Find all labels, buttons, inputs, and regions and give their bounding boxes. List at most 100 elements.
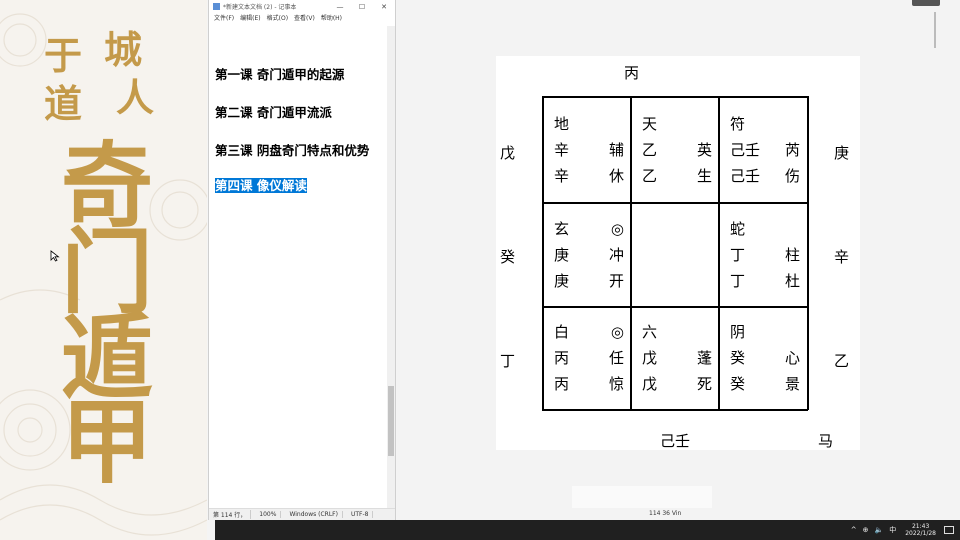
system-tray: ^ ⊕ 🔈 中 bbox=[848, 525, 899, 535]
palace-text-right: 柱 bbox=[784, 246, 800, 264]
palace-cell: 玄 ◎ 庚冲 庚开 bbox=[544, 211, 628, 305]
lesson-line-3: 第三课 阴盘奇门特点和优势 bbox=[215, 143, 370, 158]
grid-line-bottom bbox=[542, 409, 808, 411]
palace-text-left: 天 bbox=[642, 115, 658, 133]
scrollbar-thumb[interactable] bbox=[388, 386, 394, 456]
author-char-1: 于 bbox=[44, 33, 83, 78]
palace-text-right: 冲 bbox=[608, 246, 624, 264]
window-title: *新建文本文档 (2) - 记事本 bbox=[223, 4, 297, 11]
status-bar: 第 114 行， 100% Windows (CRLF) UTF-8 bbox=[209, 508, 395, 520]
palace-cell: 阴 癸心 癸景 bbox=[720, 314, 804, 408]
clock[interactable]: 21:43 2022/1/28 bbox=[905, 523, 936, 537]
left-stem-3: 丁 bbox=[500, 352, 516, 370]
notepad-title-bar[interactable]: *新建文本文档 (2) - 记事本 — ☐ ✕ bbox=[209, 0, 395, 13]
vertical-scrollbar[interactable] bbox=[387, 26, 395, 508]
network-icon[interactable]: ⊕ bbox=[863, 526, 869, 534]
title-char-2: 门 bbox=[60, 218, 153, 326]
grid-line-top bbox=[542, 96, 808, 98]
palace-text-right: 心 bbox=[784, 349, 800, 367]
left-stem-1: 戊 bbox=[500, 144, 516, 162]
right-scroll-indicator[interactable] bbox=[934, 12, 936, 48]
palace-text-left: 符 bbox=[730, 115, 746, 133]
palace-text-right: 休 bbox=[608, 167, 624, 185]
status-line-position: 第 114 行， bbox=[213, 510, 252, 519]
palace-cell: 天 乙英 乙生 bbox=[632, 106, 716, 200]
palace-text-left: 己壬 bbox=[730, 167, 761, 185]
grid-line-v3 bbox=[807, 96, 809, 410]
palace-text-left: 六 bbox=[642, 323, 658, 341]
maximize-icon[interactable]: ☐ bbox=[351, 3, 373, 11]
palace-text-left: 地 bbox=[554, 115, 570, 133]
menu-view[interactable]: 查看(V) bbox=[294, 13, 315, 24]
menu-help[interactable]: 帮助(H) bbox=[321, 13, 342, 24]
palace-text-left: 己壬 bbox=[730, 141, 761, 159]
menu-format[interactable]: 格式(O) bbox=[267, 13, 288, 24]
clock-time: 21:43 bbox=[911, 523, 930, 530]
title-char-1: 奇 bbox=[60, 132, 153, 240]
selected-text: 第四课 像仪解读 bbox=[215, 178, 307, 193]
palace-text-left: 乙 bbox=[642, 141, 658, 159]
show-hidden-icons-icon[interactable]: ^ bbox=[851, 526, 857, 534]
clock-date: 2022/1/28 bbox=[905, 530, 936, 537]
palace-text-left: 庚 bbox=[554, 272, 570, 290]
palace-text-left: 癸 bbox=[730, 349, 746, 367]
right-stem-1: 庚 bbox=[834, 144, 850, 162]
left-stem-2: 癸 bbox=[500, 248, 516, 266]
grid-line-h2 bbox=[542, 306, 808, 308]
notification-icon[interactable] bbox=[944, 526, 954, 534]
palace-cell: 地 辛辅 辛休 bbox=[544, 106, 628, 200]
palace-text-right: 英 bbox=[696, 141, 712, 159]
bottom-stem-label: 己壬 bbox=[660, 432, 691, 450]
palace-text-left: 白 bbox=[554, 323, 570, 341]
palace-text-right: ◎ bbox=[610, 323, 624, 341]
menu-bar: 文件(F) 编辑(E) 格式(O) 查看(V) 帮助(H) bbox=[209, 13, 395, 24]
palace-cell: 白 ◎ 丙任 丙惊 bbox=[544, 314, 628, 408]
right-stem-2: 辛 bbox=[834, 248, 850, 266]
palace-text-left: 庚 bbox=[554, 246, 570, 264]
taskbar: ^ ⊕ 🔈 中 21:43 2022/1/28 bbox=[215, 520, 960, 540]
palace-cell: 符 己壬芮 己壬伤 bbox=[720, 106, 804, 200]
course-banner: 于 城 道 人 奇 门 遁 甲 bbox=[0, 0, 207, 540]
notepad-app-icon bbox=[213, 3, 220, 10]
grid-line-h1 bbox=[542, 202, 808, 204]
title-char-4: 甲 bbox=[60, 388, 153, 496]
palace-text-left: 辛 bbox=[554, 141, 570, 159]
palace-cell: 六 戊蓬 戊死 bbox=[632, 314, 716, 408]
qimen-chart: 丙 戊 癸 丁 庚 辛 乙 己壬 马 地 辛辅 辛休 天 乙英 乙生 符 己壬芮… bbox=[496, 56, 860, 450]
minimize-icon[interactable]: — bbox=[329, 3, 351, 11]
palace-text-left: 辛 bbox=[554, 167, 570, 185]
palace-text-right: 杜 bbox=[784, 272, 800, 290]
palace-text-left: 阴 bbox=[730, 323, 746, 341]
bottom-status-text: 114 36 Vin bbox=[649, 510, 682, 517]
notepad-window[interactable]: *新建文本文档 (2) - 记事本 — ☐ ✕ 文件(F) 编辑(E) 格式(O… bbox=[208, 0, 396, 520]
author-char-4: 人 bbox=[116, 75, 155, 120]
close-icon[interactable]: ✕ bbox=[373, 3, 395, 11]
input-method-icon[interactable]: 中 bbox=[889, 525, 896, 535]
palace-text-left: 丙 bbox=[554, 349, 570, 367]
lesson-line-4-selected: 第四课 像仪解读 bbox=[215, 177, 385, 194]
palace-text-right: 蓬 bbox=[696, 349, 712, 367]
text-editor-area[interactable]: 第一课 奇门遁甲的起源 第二课 奇门遁甲流派 第三课 阴盘奇门特点和优势 第四课… bbox=[209, 26, 388, 508]
lesson-line-2: 第二课 奇门遁甲流派 bbox=[215, 105, 332, 120]
top-stem: 丙 bbox=[624, 64, 640, 82]
palace-text-right: 伤 bbox=[784, 167, 800, 185]
palace-text-left: 癸 bbox=[730, 375, 746, 393]
palace-text-right: 芮 bbox=[784, 141, 800, 159]
right-stem-3: 乙 bbox=[834, 352, 850, 370]
menu-edit[interactable]: 编辑(E) bbox=[240, 13, 260, 24]
author-char-2: 城 bbox=[104, 27, 143, 72]
top-bar-button[interactable] bbox=[912, 0, 940, 6]
status-zoom: 100% bbox=[259, 511, 282, 518]
palace-text-left: 蛇 bbox=[730, 220, 746, 238]
status-encoding: UTF-8 bbox=[351, 511, 374, 518]
palace-text-right: 辅 bbox=[608, 141, 624, 159]
palace-text-right: 死 bbox=[696, 375, 712, 393]
mouse-cursor-icon bbox=[50, 250, 60, 262]
palace-text-left: 丁 bbox=[730, 272, 746, 290]
volume-icon[interactable]: 🔈 bbox=[875, 526, 884, 534]
palace-text-left: 戊 bbox=[642, 349, 658, 367]
palace-text-right: 景 bbox=[784, 375, 800, 393]
bottom-right-label: 马 bbox=[818, 432, 834, 450]
menu-file[interactable]: 文件(F) bbox=[214, 13, 234, 24]
palace-text-left: 丁 bbox=[730, 246, 746, 264]
